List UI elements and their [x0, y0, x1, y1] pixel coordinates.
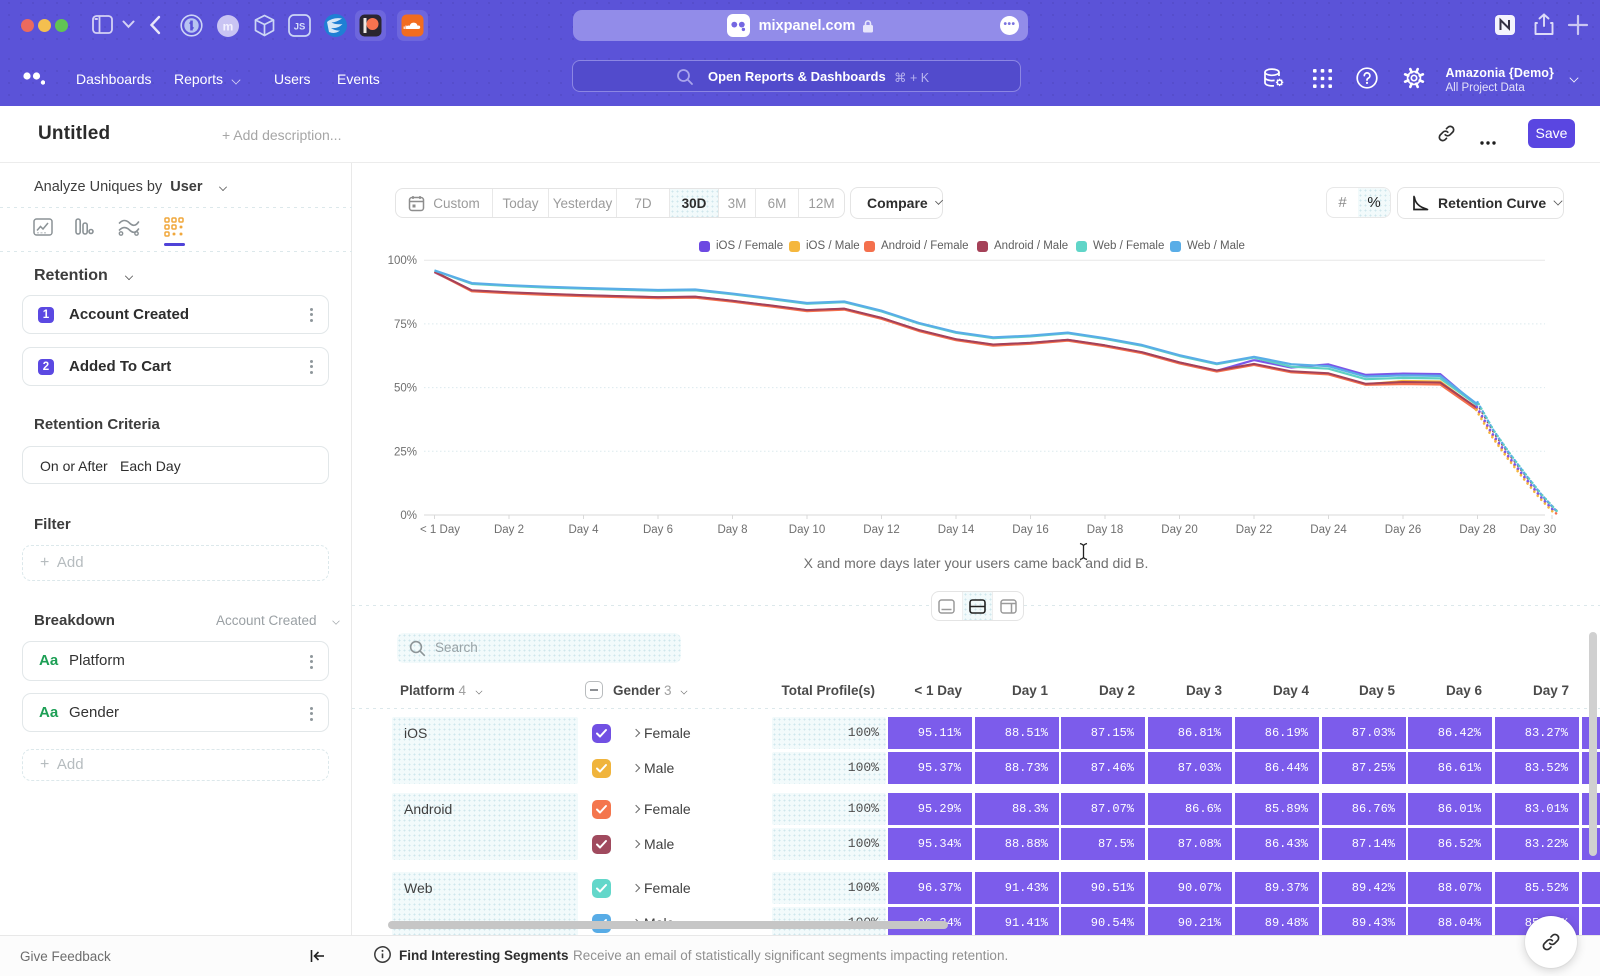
svg-text:Day 30: Day 30: [1520, 524, 1556, 536]
svg-text:Day 22: Day 22: [1236, 524, 1272, 536]
svg-text:Day 8: Day 8: [717, 524, 747, 536]
svg-text:75%: 75%: [394, 319, 417, 331]
svg-text:Day 4: Day 4: [568, 524, 599, 536]
svg-text:Day 2: Day 2: [494, 524, 524, 536]
svg-text:Day 6: Day 6: [643, 524, 673, 536]
svg-text:0%: 0%: [400, 510, 417, 522]
svg-text:< 1 Day: < 1 Day: [420, 524, 460, 536]
svg-text:Day 18: Day 18: [1087, 524, 1123, 536]
svg-text:Day 26: Day 26: [1385, 524, 1421, 536]
svg-text:Day 12: Day 12: [863, 524, 899, 536]
svg-text:25%: 25%: [394, 446, 417, 458]
svg-text:JS: JS: [294, 22, 306, 33]
svg-text:Day 14: Day 14: [938, 524, 975, 536]
svg-text:Day 10: Day 10: [789, 524, 825, 536]
svg-text:Day 20: Day 20: [1161, 524, 1197, 536]
svg-text:Day 16: Day 16: [1012, 524, 1048, 536]
svg-text:100%: 100%: [388, 255, 417, 267]
svg-text:50%: 50%: [394, 383, 417, 395]
svg-text:Day 28: Day 28: [1459, 524, 1495, 536]
svg-text:Day 24: Day 24: [1310, 524, 1347, 536]
svg-text:m: m: [223, 20, 234, 34]
